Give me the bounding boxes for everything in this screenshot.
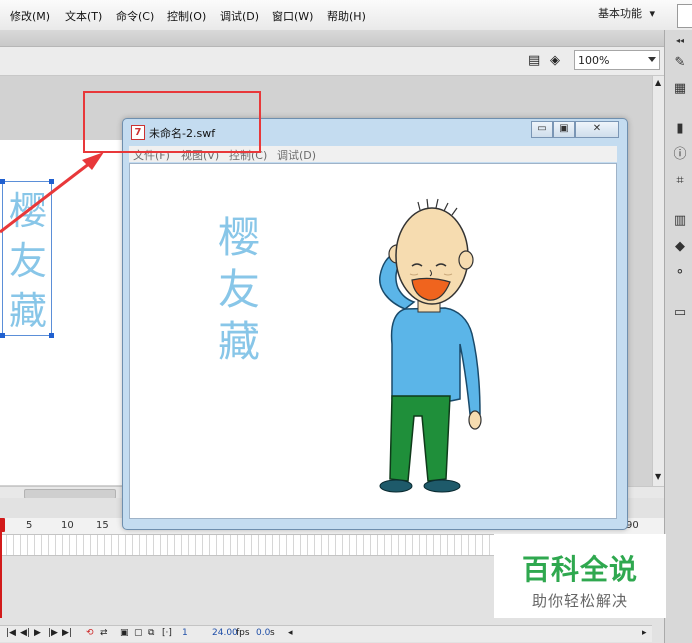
chevron-up-icon[interactable]: ▲: [655, 78, 661, 87]
current-frame: 1: [182, 628, 188, 638]
motion-presets-icon[interactable]: ⚬: [673, 266, 687, 280]
properties-panel-icon[interactable]: ▭: [673, 306, 687, 320]
menu-modify[interactable]: 修改(M): [10, 8, 50, 24]
search-input[interactable]: [677, 4, 692, 28]
expand-panels-icon[interactable]: ◂◂: [673, 34, 687, 48]
menu-bar: 修改(M) 文本(T) 命令(C) 控制(O) 调试(D) 窗口(W) 帮助(H…: [0, 0, 692, 31]
playhead-handle[interactable]: [0, 518, 5, 532]
right-panel-dock: ◂◂ ✎ ▦ ▮ ⓘ ⌗ ▥ ◆ ⚬ ▭: [664, 30, 692, 643]
chevron-down-icon: [648, 57, 656, 62]
transform-panel-icon[interactable]: ⌗: [673, 174, 687, 188]
edit-scene-icon[interactable]: ▤: [528, 53, 540, 68]
chevron-down-icon[interactable]: ▼: [655, 472, 661, 481]
timeline-frames[interactable]: [0, 535, 494, 556]
elapsed-time-unit: s: [270, 628, 275, 638]
swf-menu-debug[interactable]: 调试(D): [277, 147, 316, 163]
menu-debug[interactable]: 调试(D): [220, 8, 259, 24]
close-button[interactable]: ✕: [575, 121, 619, 138]
chevron-left-icon[interactable]: ◂: [288, 628, 293, 638]
library-panel-icon[interactable]: ▥: [673, 214, 687, 228]
ruler-tick-label: 5: [26, 520, 33, 531]
align-panel-icon[interactable]: ▮: [673, 122, 687, 136]
menu-text[interactable]: 文本(T): [65, 8, 102, 24]
play-icon[interactable]: ▶: [34, 628, 41, 638]
annotation-arrow: [0, 152, 104, 234]
step-back-icon[interactable]: ◀|: [20, 628, 30, 638]
edit-multiple-frames-icon[interactable]: ⧉: [148, 628, 154, 638]
first-frame-icon[interactable]: |◀: [6, 628, 16, 638]
edit-bar: ▤ ◈ 100%: [0, 47, 664, 76]
timeline-status-bar: |◀ ◀| ▶ |▶ ▶| ⟲ ⇄ ▣ ▢ ⧉ [·] 1 24.00 fps …: [0, 625, 652, 642]
edit-symbols-icon[interactable]: ◈: [550, 53, 560, 68]
last-frame-icon[interactable]: ▶|: [62, 628, 72, 638]
chevron-down-icon: ▾: [649, 7, 656, 20]
center-frame-icon[interactable]: ⇄: [100, 628, 108, 638]
cartoon-grandpa-illustration: [379, 198, 482, 493]
playhead[interactable]: [0, 518, 2, 618]
components-panel-icon[interactable]: ◆: [673, 240, 687, 254]
minimize-button[interactable]: ▭: [531, 121, 553, 138]
chevron-right-icon[interactable]: ▸: [642, 628, 647, 638]
menu-window[interactable]: 窗口(W): [272, 8, 313, 24]
workspace-label: 基本功能: [598, 7, 642, 20]
onion-outline-icon[interactable]: ▢: [134, 628, 143, 638]
stage-char: 藏: [8, 289, 47, 333]
watermark-title: 百科全说: [521, 553, 638, 586]
watermark-subtitle: 助你轻松解决: [531, 592, 628, 610]
swf-char: 藏: [218, 317, 261, 366]
menu-commands[interactable]: 命令(C): [116, 8, 154, 24]
watermark-logo: 百科全说 助你轻松解决: [494, 534, 666, 618]
elapsed-time: 0.0: [256, 628, 271, 638]
ruler-tick-label: 15: [96, 520, 109, 531]
loop-icon[interactable]: ⟲: [86, 628, 94, 638]
info-panel-icon[interactable]: ⓘ: [673, 148, 687, 162]
color-panel-icon[interactable]: ✎: [673, 56, 687, 70]
frame-rate[interactable]: 24.00: [212, 628, 238, 638]
swf-preview-window[interactable]: 7 未命名-2.swf ▭ ▣ ✕ 文件(F) 视图(V) 控制(C) 调试(D…: [122, 118, 628, 530]
maximize-button[interactable]: ▣: [553, 121, 575, 138]
onion-skin-icon[interactable]: ▣: [120, 628, 129, 638]
modify-markers-icon[interactable]: [·]: [162, 628, 172, 638]
document-tab-strip: [0, 30, 664, 47]
swatches-panel-icon[interactable]: ▦: [673, 82, 687, 96]
menu-help[interactable]: 帮助(H): [327, 8, 366, 24]
step-forward-icon[interactable]: |▶: [48, 628, 58, 638]
selection-handle[interactable]: [0, 333, 5, 338]
zoom-value: 100%: [578, 54, 610, 67]
workspace-switcher[interactable]: 基本功能 ▾: [598, 5, 668, 23]
swf-content-area[interactable]: 樱 友 藏: [129, 163, 617, 519]
frame-rate-unit: fps: [236, 628, 250, 638]
menu-control[interactable]: 控制(O): [167, 8, 206, 24]
ruler-tick-label: 10: [61, 520, 74, 531]
zoom-select[interactable]: 100%: [574, 50, 660, 70]
